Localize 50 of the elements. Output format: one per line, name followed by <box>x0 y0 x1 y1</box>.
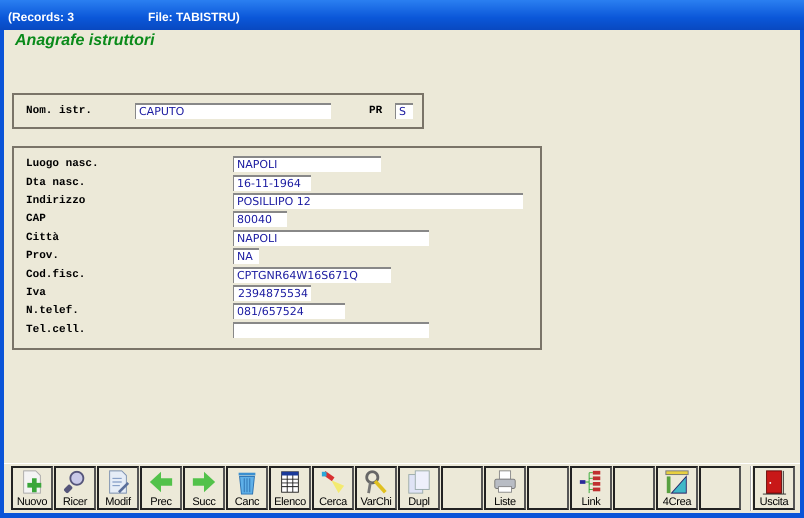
field-label: Indirizzo <box>26 194 86 207</box>
input-field[interactable]: 16-11-1964 <box>233 174 311 191</box>
right-arrow-icon <box>190 469 218 495</box>
input-field[interactable]: NAPOLI <box>233 156 381 172</box>
input-field[interactable]: CPTGNR64W16S671Q <box>233 266 391 283</box>
empty-button[interactable] <box>613 466 655 510</box>
flashlight-icon <box>319 469 347 495</box>
toolbar-button[interactable]: Link <box>570 466 612 510</box>
toolbar-button[interactable]: Nuovo <box>11 466 53 510</box>
window-title: (Records: 3 <box>8 10 76 24</box>
field-label: Nom. istr. <box>26 105 94 117</box>
input-field[interactable]: POSILLIPO 12 <box>233 192 523 209</box>
left-arrow-icon <box>147 469 175 495</box>
field-label: CAP <box>26 213 47 226</box>
field-label: Prov. <box>26 250 60 262</box>
toolbar-button[interactable]: 4Crea <box>656 466 698 510</box>
empty-button[interactable] <box>441 466 483 510</box>
drafting-tools-icon <box>663 469 691 495</box>
exit-door-icon <box>760 469 788 495</box>
field-label: Luogo nasc. <box>26 158 100 170</box>
input-field[interactable]: CAPUTO <box>135 103 331 119</box>
empty-button[interactable] <box>699 466 741 510</box>
input-field[interactable]: 80040 <box>233 211 287 228</box>
toolbar-button[interactable]: Prec <box>140 466 182 510</box>
toolbar-button[interactable]: Elenco <box>269 466 311 510</box>
toolbar-button[interactable]: Liste <box>484 466 526 510</box>
toolbar-button[interactable]: Cerca <box>312 466 354 510</box>
toolbar-button[interactable]: Modif <box>97 466 139 510</box>
input-field[interactable]: 081/657524 <box>233 303 345 320</box>
field-label: Città <box>26 232 60 244</box>
field-label: Dta nasc. <box>26 176 86 189</box>
field-label: Tel.cell. <box>26 324 86 336</box>
input-field[interactable]: 2394875534 <box>233 284 311 301</box>
toolbar-button[interactable]: Uscita <box>753 466 795 510</box>
input-field[interactable] <box>233 322 429 338</box>
toolbar-button[interactable]: Succ <box>183 466 225 510</box>
empty-button[interactable] <box>527 466 569 510</box>
field-label: N.telef. <box>26 305 80 318</box>
toolbar-button[interactable]: Ricer <box>54 466 96 510</box>
input-field[interactable]: S <box>395 103 413 119</box>
toolbar-button[interactable]: Dupl <box>398 466 440 510</box>
field-label: PR <box>369 105 384 117</box>
input-field[interactable]: NAPOLI <box>233 230 429 246</box>
toolbar-button[interactable]: Canc <box>226 466 268 510</box>
form-heading: Anagrafe istruttori <box>14 32 156 50</box>
input-field[interactable]: NA <box>233 248 259 264</box>
field-label: Cod.fisc. <box>26 268 86 281</box>
window-title: File: TABISTRU) <box>148 10 240 24</box>
toolbar-button[interactable]: VarChi <box>355 466 397 510</box>
field-label: Iva <box>26 286 47 299</box>
